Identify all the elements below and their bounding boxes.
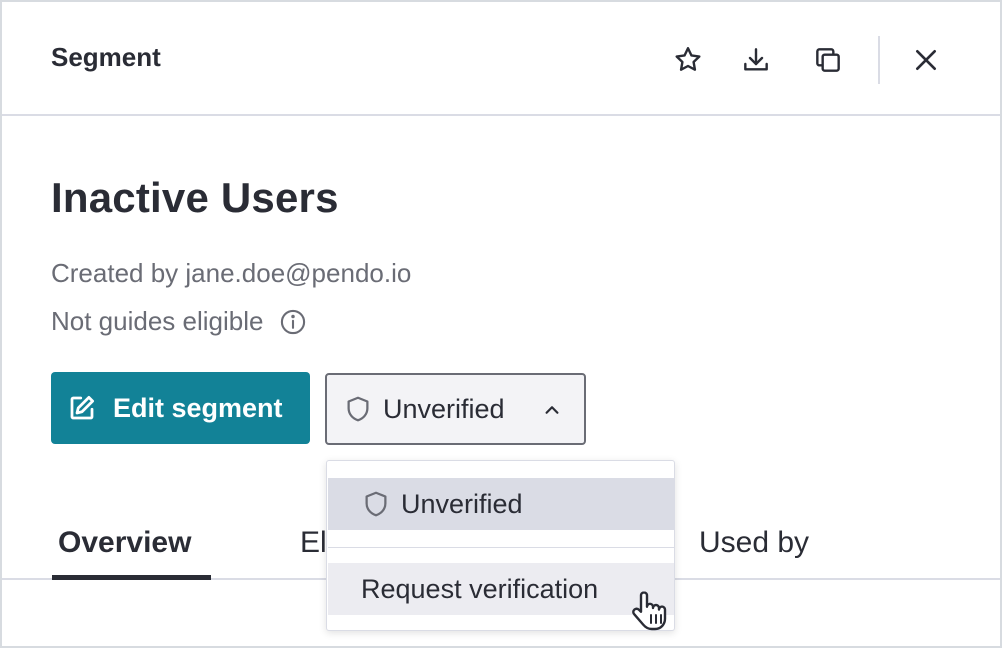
menu-item-request-verification[interactable]: Request verification [328,563,674,615]
active-tab-indicator [52,575,211,580]
panel-header: Segment [2,2,1000,116]
menu-divider [328,547,674,548]
tab-overview[interactable]: Overview [58,526,191,560]
tab-used-by[interactable]: Used by [699,526,809,560]
edit-segment-label: Edit segment [113,392,283,423]
panel-title: Segment [51,42,161,72]
edit-segment-button[interactable]: Edit segment [51,372,310,444]
tab-el[interactable]: El [300,526,327,560]
verification-status-label: Unverified [383,393,505,424]
copy-icon[interactable] [808,40,848,80]
chevron-up-icon [545,406,559,414]
segment-name: Inactive Users [51,174,339,221]
created-by-text: Created by jane.doe@pendo.io [51,258,412,288]
header-divider [878,36,880,84]
download-icon[interactable] [736,40,776,80]
pointer-cursor-icon [632,591,667,631]
info-icon[interactable] [279,308,307,336]
edit-icon [70,396,94,420]
menu-item-unverified-label: Unverified [401,488,523,519]
verification-dropdown-button[interactable]: Unverified [325,373,586,445]
menu-item-request-verification-label: Request verification [361,573,599,604]
close-icon[interactable] [906,40,946,80]
shield-icon [347,396,369,422]
star-icon[interactable] [668,40,708,80]
segment-panel: Segment Inactive Users Created by jane.d… [0,0,1002,648]
shield-icon [365,491,387,517]
guides-eligibility-text: Not guides eligible [51,306,264,336]
guides-eligibility: Not guides eligible [51,306,307,337]
verification-menu: Unverified Request verification [326,460,675,631]
menu-item-unverified[interactable]: Unverified [328,478,674,530]
